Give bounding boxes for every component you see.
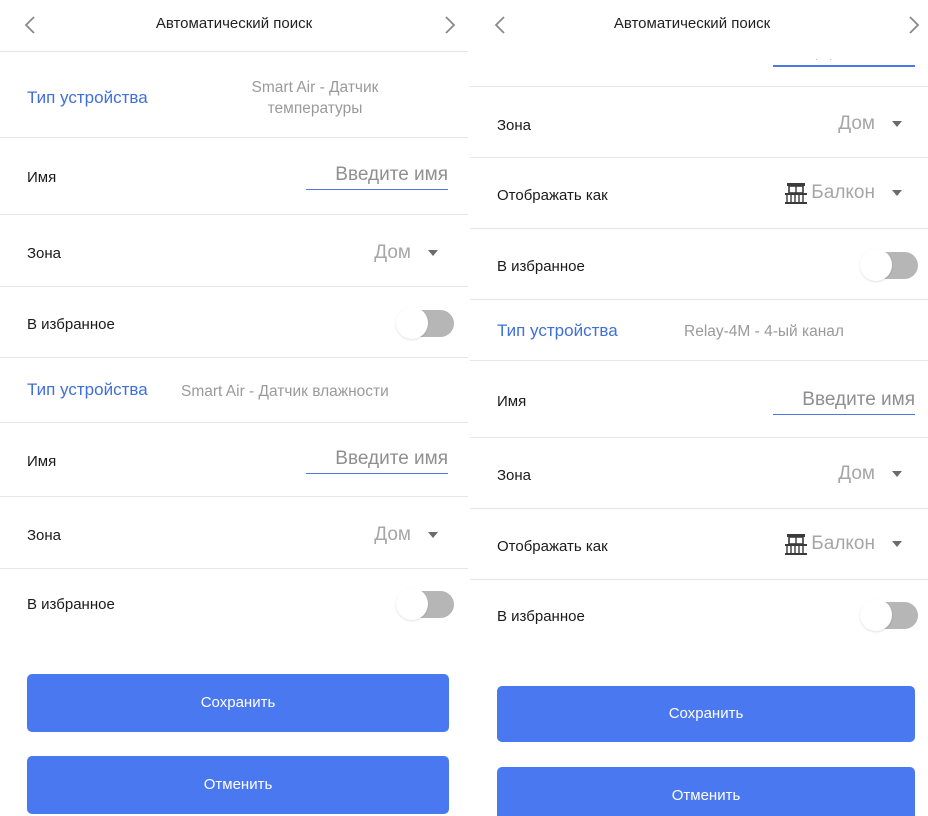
partial-input-underline[interactable] <box>773 65 915 67</box>
device-type-label: Тип устройства <box>27 88 148 107</box>
zone-row[interactable]: Зона Дом <box>470 438 928 509</box>
toggle-knob <box>396 307 428 339</box>
display-as-row[interactable]: Отображать как Балкон <box>470 158 928 229</box>
name-label: Имя <box>27 169 57 186</box>
zone-value: Дом <box>374 524 411 545</box>
zone-value: Дом <box>838 113 875 134</box>
favorite-label: В избранное <box>27 316 115 333</box>
dropdown-arrow-icon <box>892 541 902 547</box>
page-title: Автоматический поиск <box>155 15 313 32</box>
save-button[interactable]: Сохранить <box>27 674 449 732</box>
partial-name-row: · · <box>470 52 928 87</box>
forward-chevron-icon[interactable] <box>902 14 924 36</box>
forward-chevron-icon[interactable] <box>438 14 460 36</box>
toggle-knob <box>860 249 892 281</box>
dropdown-arrow-icon <box>892 121 902 127</box>
device-type-row: Тип устройства Smart Air - Датчик темпер… <box>0 52 468 138</box>
cancel-button[interactable]: Отменить <box>497 767 915 816</box>
favorite-label: В избранное <box>497 608 585 625</box>
favorite-toggle[interactable] <box>860 599 918 631</box>
display-as-select[interactable]: Балкон <box>784 533 902 555</box>
favorite-toggle[interactable] <box>396 588 454 620</box>
name-row: Имя Введите имя <box>0 423 468 497</box>
toggle-knob <box>860 599 892 631</box>
zone-select[interactable]: Дом <box>838 113 902 135</box>
partial-placeholder: · · <box>815 54 837 65</box>
name-label: Имя <box>497 393 527 410</box>
device-type-value: Smart Air - Датчик влажности <box>181 383 389 400</box>
balcony-icon <box>784 533 808 555</box>
zone-row[interactable]: Зона Дом <box>0 497 468 569</box>
zone-label: Зона <box>27 527 62 544</box>
right-screen: Автоматический поиск · · Зона Дом Отобра… <box>470 0 928 816</box>
zone-row[interactable]: Зона Дом <box>0 215 468 287</box>
favorite-toggle[interactable] <box>396 307 454 339</box>
balcony-icon <box>784 182 808 204</box>
display-as-label: Отображать как <box>497 538 608 555</box>
favorite-label: В избранное <box>497 258 585 275</box>
dropdown-arrow-icon <box>892 190 902 196</box>
device-type-row: Тип устройства Relay-4M - 4-ый канал <box>470 300 928 361</box>
zone-select[interactable]: Дом <box>838 463 902 485</box>
zone-row[interactable]: Зона Дом <box>470 87 928 158</box>
favorite-row: В избранное <box>470 580 928 650</box>
name-input[interactable]: Введите имя <box>306 448 448 474</box>
name-row: Имя Введите имя <box>470 361 928 438</box>
device-type-row: Тип устройства Smart Air - Датчик влажно… <box>0 358 468 423</box>
device-type-label: Тип устройства <box>497 321 618 340</box>
zone-label: Зона <box>497 467 532 484</box>
cancel-button[interactable]: Отменить <box>27 756 449 814</box>
favorite-toggle[interactable] <box>860 249 918 281</box>
page-title: Автоматический поиск <box>613 15 771 32</box>
zone-value: Дом <box>838 463 875 484</box>
favorite-row: В избранное <box>0 287 468 358</box>
dropdown-arrow-icon <box>428 532 438 538</box>
name-input[interactable]: Введите имя <box>306 164 448 190</box>
save-button[interactable]: Сохранить <box>497 686 915 742</box>
zone-label: Зона <box>27 245 62 262</box>
left-screen: Автоматический поиск Тип устройства Smar… <box>0 0 468 816</box>
toggle-knob <box>396 588 428 620</box>
favorite-row: В избранное <box>470 229 928 300</box>
zone-label: Зона <box>497 117 532 134</box>
display-as-label: Отображать как <box>497 187 608 204</box>
display-as-row[interactable]: Отображать как Балкон <box>470 509 928 580</box>
name-label: Имя <box>27 453 57 470</box>
name-row: Имя Введите имя <box>0 138 468 215</box>
device-type-label: Тип устройства <box>27 380 148 399</box>
header: Автоматический поиск <box>470 0 928 52</box>
header: Автоматический поиск <box>0 0 468 52</box>
display-as-value: Балкон <box>811 182 875 203</box>
display-as-select[interactable]: Балкон <box>784 182 902 204</box>
display-as-value: Балкон <box>811 533 875 554</box>
device-type-value: Relay-4M - 4-ый канал <box>684 323 844 340</box>
zone-value: Дом <box>374 242 411 263</box>
dropdown-arrow-icon <box>892 471 902 477</box>
favorite-label: В избранное <box>27 596 115 613</box>
name-input[interactable]: Введите имя <box>773 389 915 415</box>
device-type-value: Smart Air - Датчик температуры <box>251 79 379 117</box>
zone-select[interactable]: Дом <box>374 524 438 546</box>
favorite-row: В избранное <box>0 569 468 639</box>
zone-select[interactable]: Дом <box>374 242 438 264</box>
dropdown-arrow-icon <box>428 250 438 256</box>
